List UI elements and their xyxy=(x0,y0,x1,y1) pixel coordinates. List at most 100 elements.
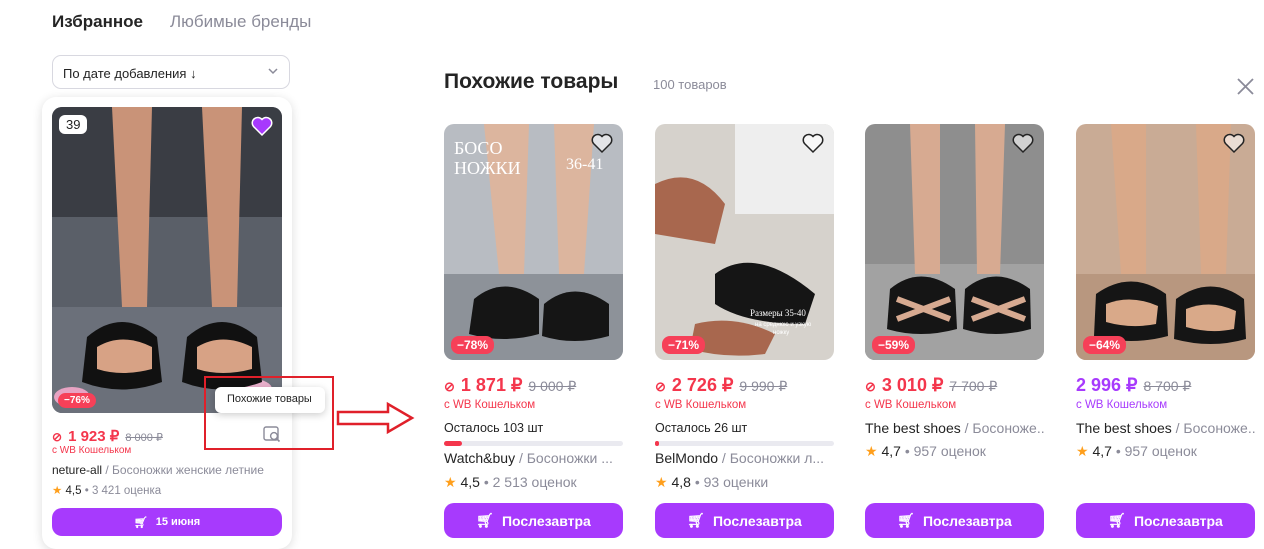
delivery-label: Послезавтра xyxy=(712,512,802,529)
delivery-label: 15 июня xyxy=(155,516,201,528)
discount-badge: −64% xyxy=(1083,336,1127,354)
arrow-icon xyxy=(336,401,415,435)
old-price: 9 990 ₽ xyxy=(739,378,788,394)
cart-icon: 🛒︎ xyxy=(687,512,705,528)
brand: The best shoes xyxy=(1076,420,1172,436)
delivery-button[interactable]: 🛒︎ Послезавтра xyxy=(865,503,1044,538)
old-price: 8 700 ₽ xyxy=(1143,378,1192,394)
price-block: ⊘ 2 726 ₽ 9 990 ₽ xyxy=(655,375,787,396)
heart-icon[interactable] xyxy=(590,131,614,155)
rating-row: ★ 4,5 • 3 421 оценка xyxy=(52,483,161,497)
product-name: / Босоноже... xyxy=(960,420,1044,436)
wallet-label: с WB Кошельком xyxy=(52,445,132,456)
product-image[interactable] xyxy=(52,107,282,413)
product-title[interactable]: neture-all / Босоножки женские летние xyxy=(52,463,264,477)
rating-row: ★ 4,8 • 93 оценки xyxy=(655,474,768,491)
product-title[interactable]: The best shoes / Босоноже... xyxy=(865,420,1044,436)
delivery-label: Послезавтра xyxy=(501,512,591,529)
star-icon: ★ xyxy=(444,474,457,490)
product-image[interactable]: БОСО НОЖКИ 36-41 xyxy=(444,124,623,360)
wallet-label: с WB Кошельком xyxy=(444,399,536,411)
product-name: / Босоножки л... xyxy=(718,450,825,466)
rating-row: ★ 4,7 • 957 оценок xyxy=(865,443,986,460)
product-name: / Босоножки женские летние xyxy=(102,463,264,477)
brand: BelMondo xyxy=(655,450,719,466)
stock-text: Осталось 103 шт xyxy=(444,421,544,435)
delivery-button[interactable]: 🛒︎ Послезавтра xyxy=(655,503,834,538)
tab-favorite-brands[interactable]: Любимые бренды xyxy=(170,12,311,32)
wallet-icon: ⊘ xyxy=(52,430,63,444)
price-block: ⊘ 1 923 ₽ 8 000 ₽ xyxy=(52,427,163,445)
wallet-label: с WB Кошельком xyxy=(865,399,957,411)
price-block: ⊘ 3 010 ₽ 7 700 ₽ xyxy=(865,375,997,396)
tab-favorites[interactable]: Избранное xyxy=(52,12,143,32)
tabs: Избранное Любимые бренды xyxy=(52,12,311,32)
old-price: 9 000 ₽ xyxy=(528,378,577,394)
stock-bar xyxy=(655,441,834,446)
wallet-icon: ⊘ xyxy=(444,379,455,394)
discount-badge: −76% xyxy=(58,393,96,408)
price-block: ⊘ 1 871 ₽ 9 000 ₽ xyxy=(444,375,576,396)
close-icon[interactable] xyxy=(1237,78,1254,95)
rating: 4,8 xyxy=(671,474,691,490)
rating: 4,7 xyxy=(1092,443,1112,459)
stock-bar-fill xyxy=(655,441,659,446)
rating: 4,5 xyxy=(460,474,480,490)
delivery-button[interactable]: 🛒︎ Послезавтра xyxy=(444,503,623,538)
cart-icon: 🛒︎ xyxy=(897,512,915,528)
delivery-label: Послезавтра xyxy=(922,512,1012,529)
overlay-text: на среднюю и узкую xyxy=(755,322,812,328)
heart-filled-icon[interactable] xyxy=(250,114,274,138)
product-title[interactable]: Watch&buy / Босоножки ... xyxy=(444,450,623,466)
star-icon: ★ xyxy=(865,443,878,459)
rating-row: ★ 4,7 • 957 оценок xyxy=(1076,443,1197,460)
discount-badge: −59% xyxy=(872,336,916,354)
overlay-text: НОЖКИ xyxy=(454,158,521,178)
product-image[interactable] xyxy=(1076,124,1255,360)
discount-badge: −78% xyxy=(451,336,495,354)
stock-text: Осталось 26 шт xyxy=(655,421,748,435)
heart-icon[interactable] xyxy=(1011,131,1035,155)
rating: 4,7 xyxy=(881,443,901,459)
delivery-label: Послезавтра xyxy=(1133,512,1223,529)
star-icon: ★ xyxy=(655,474,668,490)
heart-icon[interactable] xyxy=(1222,131,1246,155)
star-icon: ★ xyxy=(1076,443,1089,459)
delivery-button[interactable]: 🛒︎ 15 июня xyxy=(52,508,282,536)
reviews: • 2 513 оценок xyxy=(483,474,577,490)
sort-dropdown[interactable]: По дате добавления ↓ xyxy=(52,55,290,89)
price: 2 996 ₽ xyxy=(1076,375,1138,395)
product-name: / Босоноже... xyxy=(1171,420,1256,436)
wallet-label: с WB Кошельком xyxy=(1076,399,1168,411)
wallet-icon: ⊘ xyxy=(865,379,876,394)
overlay-text: БОСО xyxy=(454,138,502,158)
star-icon: ★ xyxy=(52,485,63,497)
delivery-button[interactable]: 🛒︎ Послезавтра xyxy=(1076,503,1255,538)
cart-icon: 🛒︎ xyxy=(476,512,494,528)
cart-icon: 🛒︎ xyxy=(133,516,148,529)
panel-count: 100 товаров xyxy=(653,77,727,92)
sort-label: По дате добавления ↓ xyxy=(63,66,197,81)
reviews: • 93 оценки xyxy=(694,474,769,490)
highlight-box xyxy=(204,376,334,450)
product-image[interactable]: Размеры 35-40 на среднюю и узкую ножку xyxy=(655,124,834,360)
wallet-label: с WB Кошельком xyxy=(655,399,747,411)
product-image[interactable] xyxy=(865,124,1044,360)
wallet-icon: ⊘ xyxy=(655,379,666,394)
overlay-text: ножку xyxy=(773,330,789,336)
product-title[interactable]: BelMondo / Босоножки л... xyxy=(655,450,834,466)
heart-icon[interactable] xyxy=(801,131,825,155)
cart-icon: 🛒︎ xyxy=(1108,512,1126,528)
brand: The best shoes xyxy=(865,420,961,436)
stock-bar-fill xyxy=(444,441,462,446)
price: 1 871 ₽ xyxy=(460,375,523,395)
size-badge: 39 xyxy=(59,115,88,134)
overlay-text: 36-41 xyxy=(566,156,603,173)
chevron-down-icon xyxy=(268,68,278,75)
price: 3 010 ₽ xyxy=(881,375,944,395)
overlay-text: Размеры 35-40 xyxy=(750,308,806,318)
price: 1 923 ₽ xyxy=(68,428,120,445)
rating-row: ★ 4,5 • 2 513 оценок xyxy=(444,474,577,491)
reviews: • 957 оценок xyxy=(904,443,986,459)
product-title[interactable]: The best shoes / Босоноже... xyxy=(1076,420,1256,436)
